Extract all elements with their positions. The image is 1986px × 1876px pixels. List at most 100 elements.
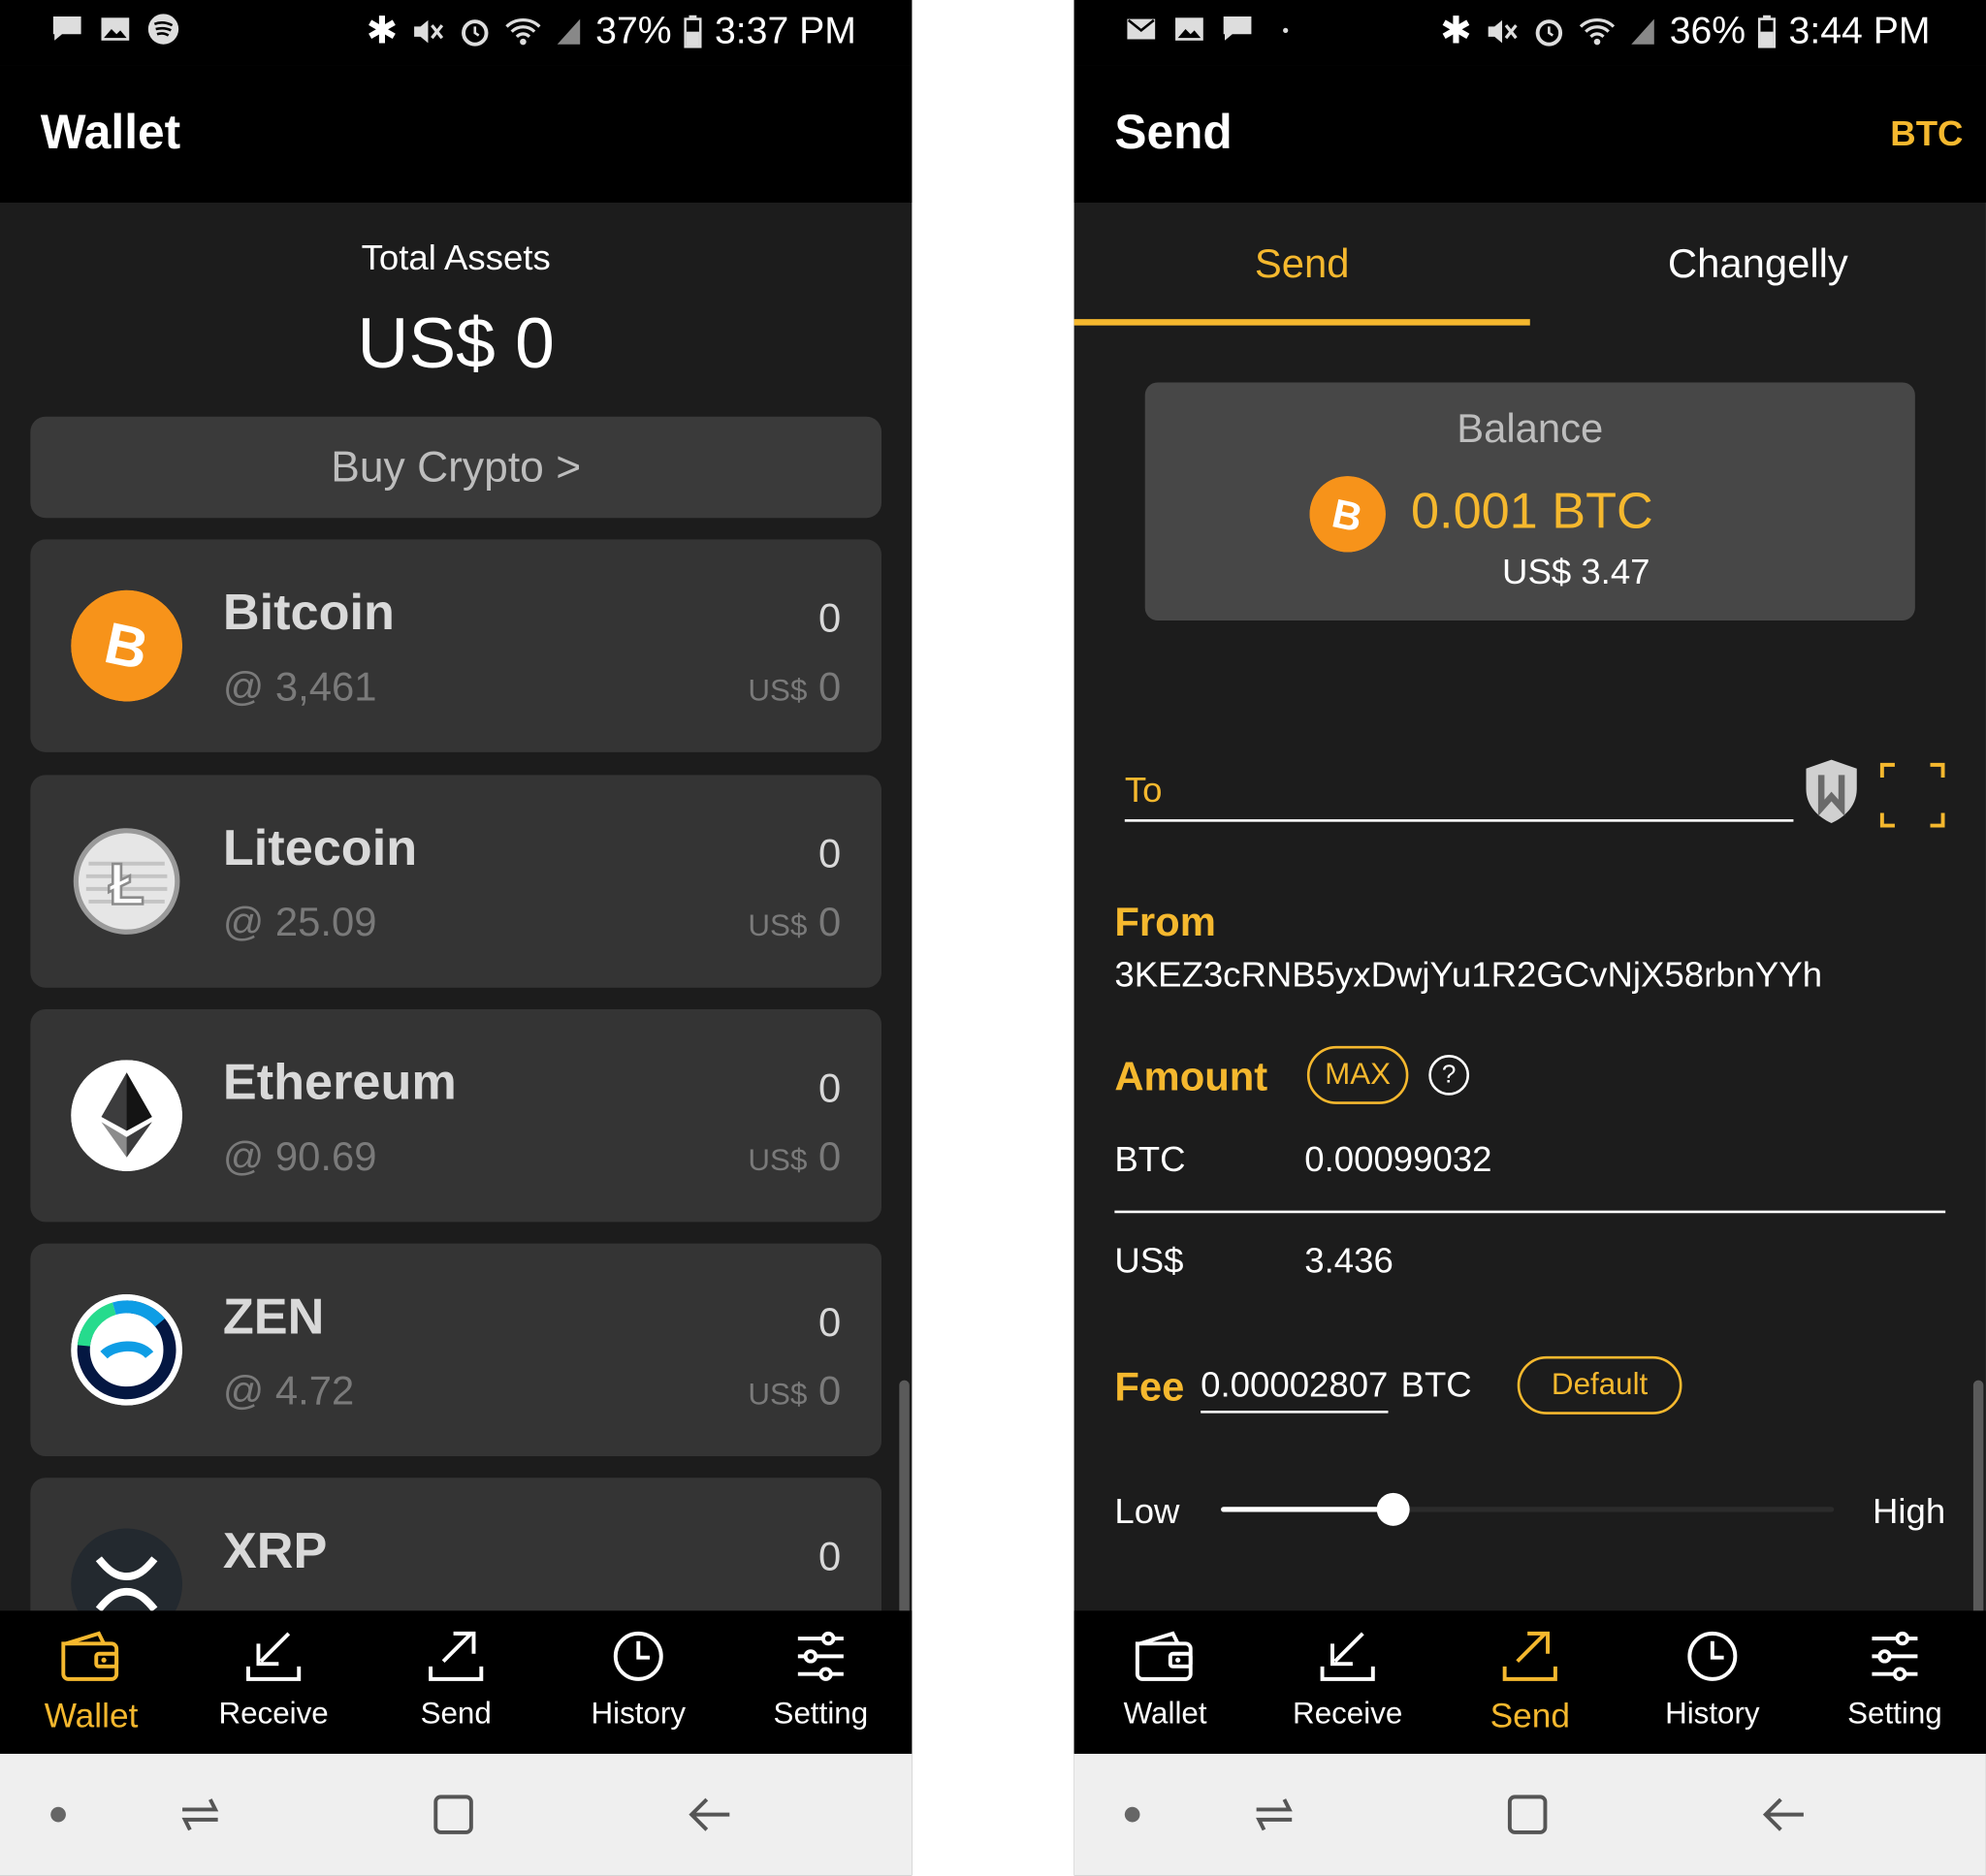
- battery-percent: 37%: [595, 9, 672, 51]
- balance-label: Balance: [1457, 404, 1604, 451]
- history-icon: [613, 1631, 663, 1681]
- total-assets-value: US$ 0: [357, 302, 555, 383]
- amount-label: Amount: [1114, 1053, 1268, 1099]
- tab-bar: Send Changelly: [1073, 203, 1986, 326]
- send-icon: [1502, 1631, 1557, 1681]
- battery-icon: [1758, 15, 1777, 48]
- spotify-icon: [147, 14, 179, 45]
- bitcoin-icon: B: [1309, 476, 1386, 553]
- coin-row-litecoin[interactable]: Ł Litecoin @ 25.09 0 US$ 0: [30, 775, 882, 988]
- balance-card: Balance B 0.001 BTC US$ 3.47: [1144, 382, 1915, 620]
- fee-input[interactable]: 0.00002807: [1201, 1365, 1389, 1414]
- coin-balance: 0: [818, 1299, 842, 1346]
- send-icon: [429, 1631, 484, 1681]
- total-assets-label: Total Assets: [361, 238, 551, 278]
- max-button[interactable]: MAX: [1306, 1045, 1409, 1104]
- fee-label: Fee: [1114, 1363, 1185, 1410]
- battery-icon: [684, 15, 702, 48]
- active-tab-indicator: [1073, 319, 1530, 326]
- recents-icon[interactable]: [177, 1792, 223, 1837]
- nav-wallet[interactable]: Wallet: [1074, 1610, 1257, 1754]
- from-label: From: [1114, 899, 1216, 945]
- clock: 3:44 PM: [1788, 9, 1931, 51]
- system-nav-bar: [0, 1753, 913, 1876]
- nav-wallet[interactable]: Wallet: [0, 1610, 182, 1754]
- nav-send[interactable]: Send: [1439, 1610, 1621, 1754]
- nav-send[interactable]: Send: [365, 1610, 547, 1754]
- wallet-icon: [61, 1631, 119, 1681]
- image-icon: [1175, 17, 1203, 41]
- signal-icon: [557, 17, 581, 45]
- back-icon[interactable]: [687, 1792, 737, 1837]
- receive-icon: [246, 1632, 302, 1681]
- back-icon[interactable]: [1760, 1792, 1810, 1837]
- status-bar: ✱ 37% 3:37 PM: [0, 0, 913, 66]
- nav-label: Receive: [218, 1697, 329, 1732]
- btc-currency-label: BTC: [1114, 1139, 1186, 1179]
- wifi-icon: [1580, 17, 1616, 45]
- coin-usd-value: US$ 0: [748, 663, 842, 710]
- more-notifications-icon: [1283, 27, 1289, 33]
- clock: 3:37 PM: [714, 9, 856, 51]
- receive-icon: [1320, 1632, 1375, 1681]
- help-icon[interactable]: ?: [1428, 1054, 1470, 1096]
- tab-changelly[interactable]: Changelly: [1530, 240, 1986, 287]
- fee-slider-thumb[interactable]: [1376, 1492, 1410, 1526]
- fee-slider[interactable]: [1221, 1492, 1835, 1526]
- coin-name: XRP: [222, 1523, 328, 1579]
- home-icon[interactable]: [1505, 1792, 1551, 1837]
- nav-history[interactable]: History: [547, 1610, 729, 1754]
- btc-amount-underline: [1114, 1210, 1946, 1214]
- nav-dot-icon: [1124, 1806, 1140, 1823]
- qr-scan-icon[interactable]: [1877, 760, 1948, 831]
- buy-crypto-button[interactable]: Buy Crypto >: [30, 416, 882, 519]
- to-address-input[interactable]: [1124, 819, 1794, 822]
- message-icon: [52, 16, 81, 41]
- shield-icon[interactable]: [1801, 757, 1862, 826]
- usd-amount-input[interactable]: 3.436: [1304, 1241, 1393, 1282]
- nav-label: Send: [420, 1697, 492, 1732]
- coin-balance: 0: [818, 830, 842, 876]
- nav-setting[interactable]: Setting: [1804, 1610, 1986, 1754]
- fee-slider-fill: [1221, 1507, 1393, 1512]
- coin-row-ethereum[interactable]: Ethereum @ 90.69 0 US$ 0: [30, 1008, 882, 1223]
- fee-low-label: Low: [1114, 1491, 1180, 1532]
- coin-balance: 0: [818, 1065, 842, 1111]
- coin-rate: @ 90.69: [222, 1132, 377, 1179]
- litecoin-icon: Ł: [73, 828, 180, 935]
- svg-text:Ł: Ł: [109, 852, 144, 917]
- coin-rate: @ 25.09: [222, 899, 377, 945]
- bottom-nav: Wallet Receive Send History Setting: [1073, 1610, 1986, 1754]
- coin-usd-value: US$ 0: [748, 1367, 842, 1414]
- currency-selector[interactable]: BTC: [1890, 114, 1963, 155]
- coin-balance: 0: [818, 1533, 842, 1579]
- coin-row-zen[interactable]: ZEN @ 4.72 0 US$ 0: [30, 1243, 882, 1457]
- btc-amount-input[interactable]: 0.00099032: [1304, 1139, 1491, 1180]
- zen-icon: [71, 1293, 183, 1406]
- balance-btc: 0.001 BTC: [1410, 483, 1653, 540]
- mute-icon: [414, 19, 444, 43]
- bluetooth-icon: ✱: [1440, 10, 1472, 52]
- nav-setting[interactable]: Setting: [729, 1610, 912, 1754]
- nav-label: Wallet: [44, 1697, 139, 1735]
- coin-usd-value: US$ 0: [748, 899, 842, 945]
- nav-receive[interactable]: Receive: [1257, 1610, 1439, 1754]
- balance-usd: US$ 3.47: [1502, 552, 1650, 591]
- send-screen: ✱ 36% 3:44 PM Send BTC Send Changelly Ba…: [1073, 0, 1986, 1876]
- coin-row-bitcoin[interactable]: B Bitcoin @ 3,461 0 US$ 0: [30, 539, 882, 752]
- nav-history[interactable]: History: [1621, 1610, 1804, 1754]
- wallet-icon: [1135, 1631, 1193, 1681]
- nav-label: Send: [1490, 1697, 1570, 1735]
- home-icon[interactable]: [431, 1792, 476, 1837]
- to-field-label: To: [1124, 770, 1163, 810]
- setting-icon: [1872, 1631, 1918, 1681]
- default-fee-button[interactable]: Default: [1517, 1355, 1682, 1415]
- page-title: Send: [1114, 106, 1233, 160]
- recents-icon[interactable]: [1251, 1792, 1297, 1837]
- nav-label: History: [591, 1697, 687, 1732]
- tab-send[interactable]: Send: [1074, 240, 1530, 287]
- bitcoin-icon: B: [71, 589, 183, 702]
- nav-receive[interactable]: Receive: [182, 1610, 365, 1754]
- alarm-icon: [1535, 18, 1563, 47]
- system-nav-bar: [1073, 1753, 1986, 1876]
